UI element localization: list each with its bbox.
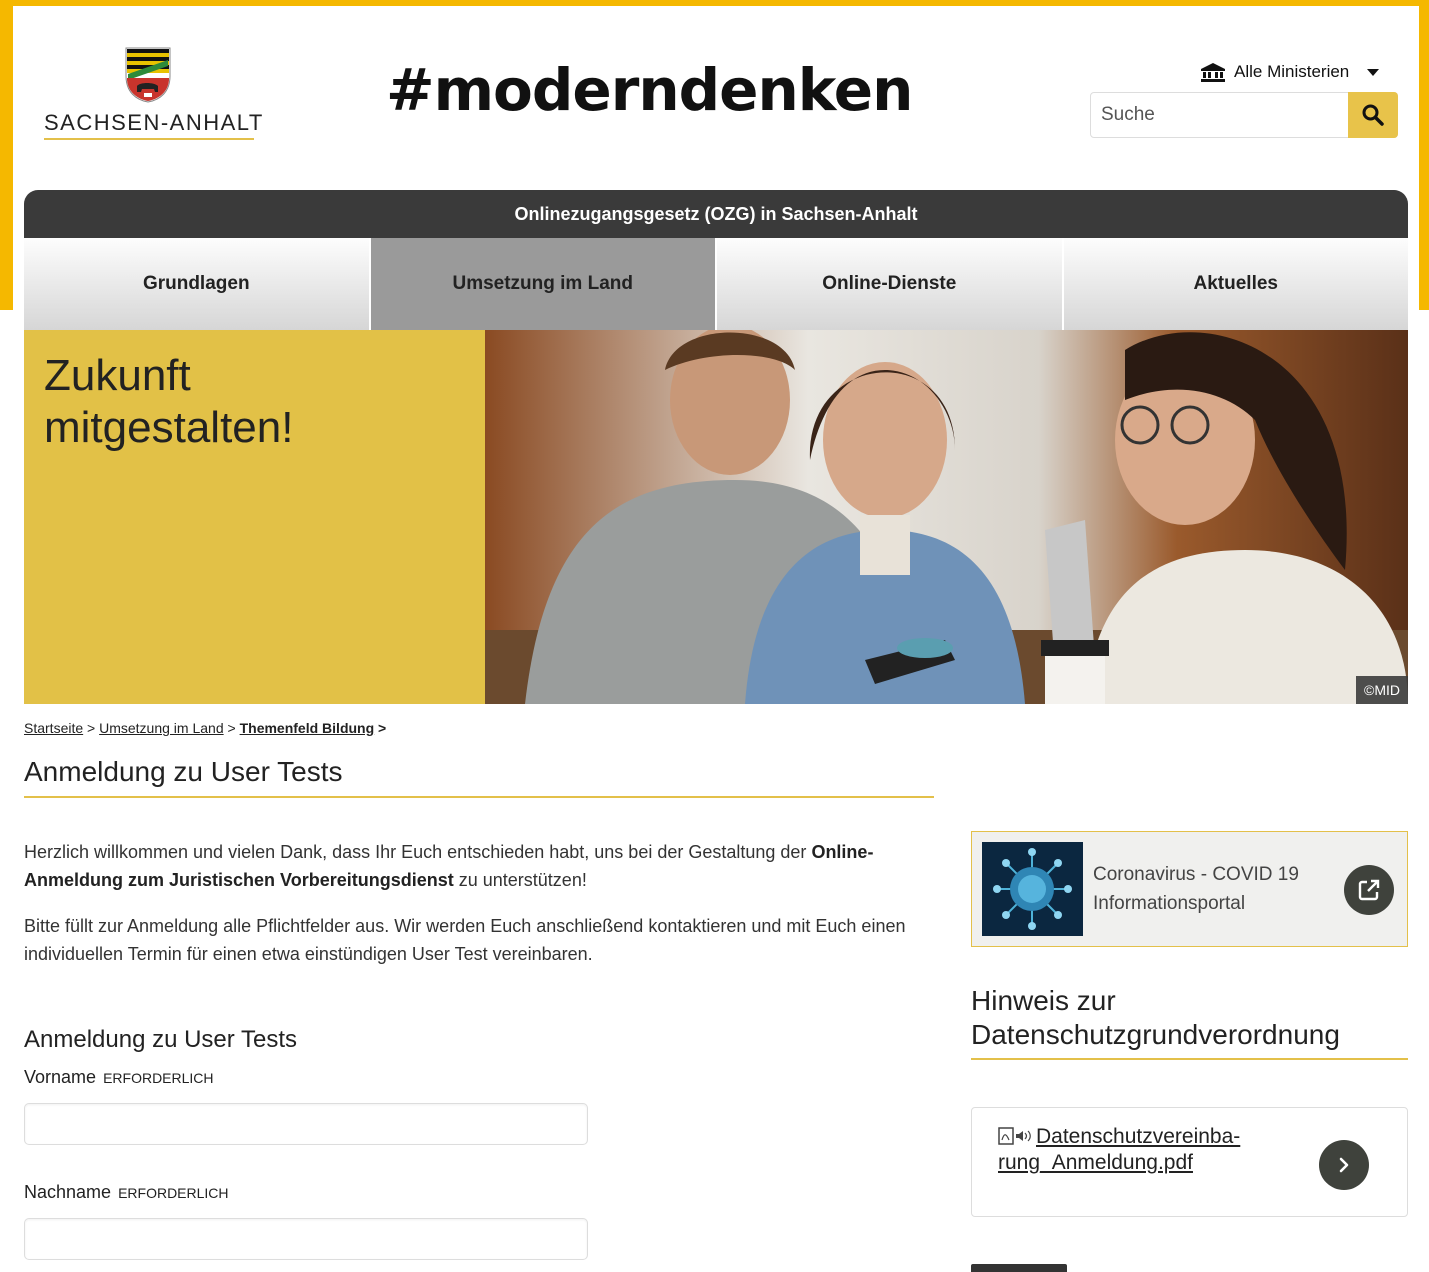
nachname-label-text: Nachname <box>24 1182 112 1202</box>
nav-tab-label: Umsetzung im Land <box>452 273 633 294</box>
image-credit: ©MID <box>1356 676 1408 704</box>
search-button[interactable] <box>1348 92 1398 138</box>
logo-text: SACHSEN-ANHALT <box>44 110 264 135</box>
breadcrumb-link-umsetzung[interactable]: Umsetzung im Land <box>99 720 224 736</box>
external-link-icon <box>1358 879 1380 901</box>
intro-paragraph-1: Herzlich willkommen und vielen Dank, das… <box>24 838 944 894</box>
covid-info-card[interactable]: Coronavirus - COVID 19 Informationsporta… <box>971 831 1408 947</box>
nav-tab-label: Online-Dienste <box>822 273 957 294</box>
nav-tab-online-dienste[interactable]: Online-Dienste <box>717 238 1064 330</box>
form-heading: Anmeldung zu User Tests <box>24 1026 298 1053</box>
hero-text-panel: Zukunft mitgestalten! <box>24 330 485 704</box>
nav-tab-grundlagen[interactable]: Grundlagen <box>24 238 371 330</box>
breadcrumb-separator: > <box>87 720 96 736</box>
hero-title-line-1: Zukunft <box>44 351 191 400</box>
covid-card-text: Coronavirus - COVID 19 Informationsporta… <box>1093 860 1299 918</box>
hero-image: ©MID <box>485 330 1408 704</box>
search-icon <box>1362 104 1384 126</box>
privacy-hint-heading-line-1: Hinweis zur <box>971 985 1116 1016</box>
bank-icon <box>1201 63 1225 82</box>
vorname-field[interactable] <box>24 1103 588 1145</box>
privacy-hint-heading: Hinweis zur Datenschutzgrundverordnung <box>971 984 1340 1052</box>
external-link-button[interactable] <box>1344 865 1394 915</box>
pdf-audio-icon <box>998 1127 1031 1145</box>
breadcrumb-separator: > <box>227 720 236 736</box>
search-input[interactable] <box>1091 93 1348 137</box>
intro-text: Herzlich willkommen und vielen Dank, das… <box>24 838 944 986</box>
ozg-title: Onlinezugangsgesetz (OZG) in Sachsen-Anh… <box>514 203 918 224</box>
hint-underline <box>971 1058 1408 1060</box>
hero-title: Zukunft mitgestalten! <box>44 350 293 454</box>
pdf-link-line-1: Datenschutzvereinba- <box>1036 1125 1241 1148</box>
title-underline <box>24 796 934 798</box>
search-box <box>1090 92 1398 138</box>
vorname-label-text: Vorname <box>24 1067 97 1087</box>
pdf-open-button[interactable] <box>1319 1140 1369 1190</box>
nav-tab-umsetzung-im-land[interactable]: Umsetzung im Land <box>370 238 717 330</box>
breadcrumb-link-themenfeld-bildung[interactable]: Themenfeld Bildung <box>240 720 375 736</box>
intro-p1-start: Herzlich willkommen und vielen Dank, das… <box>24 842 807 862</box>
ministries-label: Alle Ministerien <box>1234 62 1350 81</box>
hero-title-line-2: mitgestalten! <box>44 403 294 452</box>
intro-paragraph-2: Bitte füllt zur Anmeldung alle Pflichtfe… <box>24 916 906 964</box>
virus-icon <box>982 842 1083 936</box>
nav-tab-label: Grundlagen <box>142 273 250 294</box>
covid-title: Coronavirus - COVID 19 <box>1093 864 1299 885</box>
required-indicator: ERFORDERLICH <box>118 1185 229 1201</box>
ozg-title-bar[interactable]: Onlinezugangsgesetz (OZG) in Sachsen-Anh… <box>24 190 1408 238</box>
covid-subtitle: Informationsportal <box>1093 893 1246 914</box>
virus-image <box>982 842 1083 936</box>
breadcrumb-separator: > <box>378 720 387 736</box>
nachname-label: Nachname ERFORDERLICH <box>24 1182 229 1203</box>
main-navigation: Grundlagen Umsetzung im Land Online-Dien… <box>24 238 1408 330</box>
privacy-hint-heading-line-2: Datenschutzgrundverordnung <box>971 1019 1340 1050</box>
pdf-link-line-2: rung_Anmeldung.pdf <box>998 1151 1193 1174</box>
nav-tab-label: Aktuelles <box>1193 273 1278 294</box>
nav-tab-aktuelles[interactable]: Aktuelles <box>1063 238 1408 330</box>
ministries-dropdown[interactable]: Alle Ministerien <box>1200 62 1380 82</box>
pdf-download-link[interactable]: Datenschutzvereinba- rung_Anmeldung.pdf <box>998 1124 1278 1176</box>
logo-underline <box>44 138 254 140</box>
breadcrumb-link-startseite[interactable]: Startseite <box>24 720 83 736</box>
next-section-heading-cut <box>971 1262 1071 1272</box>
page-title: Anmeldung zu User Tests <box>24 756 343 787</box>
vorname-label: Vorname ERFORDERLICH <box>24 1067 214 1088</box>
chevron-down-icon <box>1367 68 1380 76</box>
chevron-right-icon <box>1339 1157 1349 1173</box>
hero-photo <box>485 330 1408 704</box>
pdf-download-card: Datenschutzvereinba- rung_Anmeldung.pdf <box>971 1107 1408 1217</box>
intro-p1-end: zu unterstützen! <box>458 870 587 890</box>
breadcrumb: Startseite > Umsetzung im Land > Themenf… <box>24 720 386 736</box>
required-indicator: ERFORDERLICH <box>103 1070 214 1086</box>
state-logo[interactable]: SACHSEN-ANHALT <box>44 46 264 142</box>
nachname-field[interactable] <box>24 1218 588 1260</box>
campaign-hashtag: #moderndenken <box>386 56 913 124</box>
crest-icon <box>125 47 171 103</box>
